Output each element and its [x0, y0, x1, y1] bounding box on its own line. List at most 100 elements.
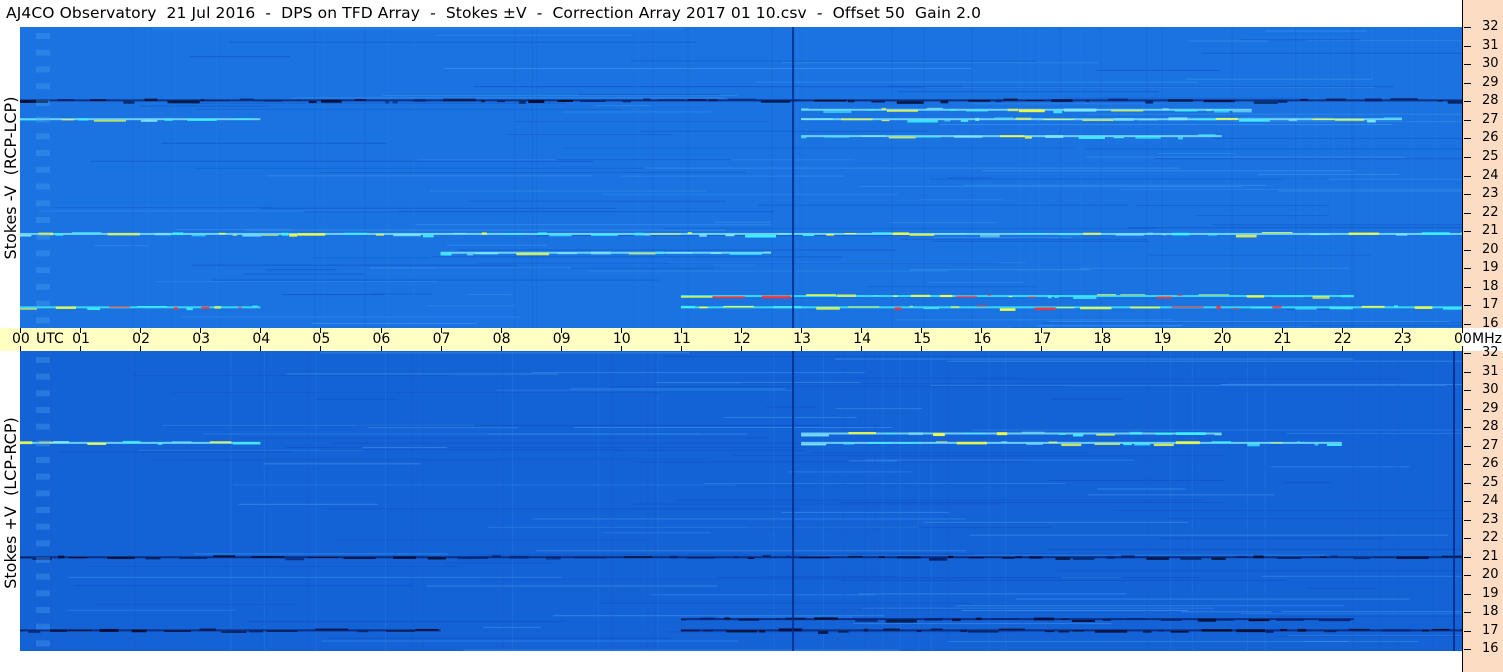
band-segment: [944, 120, 951, 122]
edge-artifact: [36, 490, 50, 497]
texture-vstreak: [411, 351, 413, 651]
band-segment: [762, 555, 771, 557]
band-segment: [1174, 109, 1198, 112]
band-segment: [1000, 135, 1025, 138]
texture-streak: [260, 207, 617, 209]
band-segment: [573, 556, 605, 559]
band-segment: [164, 118, 173, 121]
freq-tick-label: 16: [1482, 316, 1499, 331]
texture-streak: [152, 28, 683, 30]
band-segment: [1096, 294, 1117, 296]
band-segment: [209, 441, 232, 444]
texture-streak: [1278, 635, 1462, 637]
texture-streak: [473, 86, 962, 88]
texture-streak: [755, 81, 1198, 83]
band-segment: [320, 99, 342, 103]
texture-vstreak: [364, 27, 366, 328]
texture-vstreak: [805, 27, 807, 328]
texture-streak: [1086, 156, 1406, 158]
band-segment: [1130, 306, 1160, 309]
texture-streak: [840, 580, 1287, 582]
texture-streak: [173, 392, 661, 394]
band-segment: [1071, 620, 1095, 622]
texture-vstreak: [307, 351, 309, 651]
y-axis-label-top: Stokes -V (RCP-LCP): [1, 96, 20, 260]
texture-vstreak: [1351, 351, 1353, 651]
texture-streak: [864, 459, 1134, 461]
freq-tick: [1464, 268, 1471, 270]
band-segment: [516, 252, 550, 256]
texture-streak: [1240, 612, 1462, 614]
band-segment: [933, 433, 945, 437]
texture-streak: [716, 577, 1202, 579]
band-segment: [1235, 234, 1257, 238]
texture-streak: [858, 593, 1127, 595]
edge-artifact: [36, 49, 50, 56]
texture-streak: [712, 264, 756, 266]
band-segment: [590, 234, 618, 237]
freq-tick: [1464, 630, 1471, 632]
texture-vstreak: [773, 351, 775, 651]
band-segment: [994, 117, 1014, 119]
band-segment: [87, 442, 107, 445]
band-segment: [1015, 556, 1023, 559]
band-segment: [1296, 441, 1301, 443]
band-segment: [1045, 135, 1064, 138]
band-segment: [497, 100, 505, 103]
band-segment: [415, 628, 439, 631]
texture-streak: [59, 451, 292, 453]
band-segment: [708, 99, 718, 102]
band-segment: [1447, 100, 1462, 104]
utc-time-axis: 00 01 02 03 04 05 06 07 08 09 10 11 12 13 14 15 16 17 18 19…: [0, 328, 1472, 351]
freq-tick-label: 29: [1482, 74, 1499, 90]
texture-streak: [1096, 69, 1221, 71]
band-segment: [634, 232, 644, 236]
texture-streak: [181, 316, 520, 318]
texture-streak: [603, 532, 711, 534]
freq-tick: [1464, 64, 1471, 66]
texture-streak: [930, 178, 1329, 180]
band-segment: [888, 136, 916, 139]
texture-streak: [467, 554, 974, 556]
band-segment: [976, 305, 987, 307]
texture-streak: [234, 437, 766, 439]
time-tick-label: 00: [1454, 331, 1472, 347]
texture-streak: [573, 427, 893, 429]
band-segment: [249, 630, 264, 633]
band-segment: [68, 557, 88, 559]
freq-tick-label: 30: [1482, 56, 1499, 72]
band-segment: [1158, 630, 1165, 632]
texture-streak: [640, 130, 928, 132]
texture-vstreak: [531, 27, 533, 328]
edge-artifact: [36, 283, 50, 290]
texture-streak: [846, 552, 1111, 554]
texture-vstreak: [1080, 27, 1082, 328]
band-segment: [1177, 136, 1183, 140]
band-segment: [528, 100, 545, 103]
band-segment: [1300, 99, 1308, 101]
texture-streak: [663, 227, 1157, 229]
band-segment: [167, 100, 200, 104]
texture-vstreak: [511, 351, 513, 651]
texture-vstreak: [988, 351, 990, 651]
band-segment: [443, 98, 476, 102]
edge-artifact: [36, 267, 50, 274]
texture-streak: [946, 360, 1462, 362]
band-segment: [1044, 630, 1054, 633]
band-segment: [968, 556, 984, 559]
texture-vstreak: [971, 27, 973, 328]
texture-vstreak: [174, 27, 176, 328]
texture-streak: [930, 384, 1446, 386]
freq-tick-label: 19: [1482, 260, 1499, 276]
band-segment: [1102, 619, 1112, 621]
time-tick-label: 16: [973, 331, 992, 347]
band-segment: [90, 99, 107, 102]
band-segment: [724, 617, 731, 620]
band-segment: [1211, 557, 1226, 560]
texture-streak: [700, 609, 1006, 611]
edge-artifact: [36, 607, 50, 613]
band-segment: [884, 433, 897, 435]
band-segment: [1080, 307, 1112, 310]
texture-streak: [194, 167, 655, 169]
texture-streak: [244, 273, 364, 275]
